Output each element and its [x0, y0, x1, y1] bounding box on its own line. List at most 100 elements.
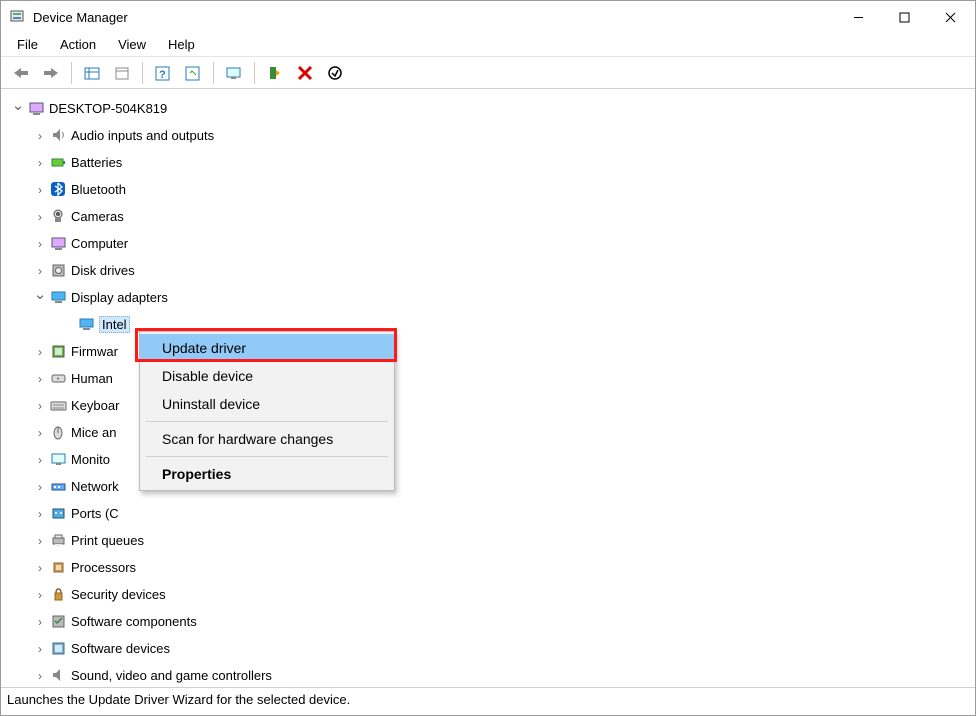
menu-file[interactable]: File — [7, 35, 48, 54]
show-hidden-button[interactable] — [78, 60, 106, 86]
tree-node[interactable]: ›Audio inputs and outputs — [5, 122, 971, 149]
disk-icon — [49, 262, 67, 280]
swdev-icon — [49, 640, 67, 658]
tree-node-label: Bluetooth — [71, 182, 126, 197]
tree-node-label: Monito — [71, 452, 110, 467]
chevron-right-icon[interactable]: › — [33, 615, 47, 629]
chevron-right-icon[interactable]: › — [33, 588, 47, 602]
monitor-button[interactable] — [220, 60, 248, 86]
window-title: Device Manager — [33, 10, 835, 25]
tree-node[interactable]: › Computer — [5, 230, 971, 257]
uninstall-button[interactable] — [291, 60, 319, 86]
chevron-right-icon[interactable]: › — [33, 237, 47, 251]
action-button[interactable] — [108, 60, 136, 86]
chevron-right-icon[interactable]: › — [33, 183, 47, 197]
tree-node-label: Computer — [71, 236, 128, 251]
tree-node[interactable]: ›Software components — [5, 608, 971, 635]
chevron-right-icon[interactable]: › — [33, 561, 47, 575]
disable-button[interactable] — [321, 60, 349, 86]
chevron-right-icon[interactable]: › — [33, 453, 47, 467]
titlebar: Device Manager — [1, 1, 975, 33]
chevron-down-icon[interactable]: ⌄ — [33, 285, 47, 303]
chevron-right-icon[interactable]: › — [33, 129, 47, 143]
battery-icon — [49, 154, 67, 172]
chevron-right-icon[interactable]: › — [33, 669, 47, 683]
menubar: File Action View Help — [1, 33, 975, 57]
tree-node-label: Security devices — [71, 587, 166, 602]
audio-icon — [49, 127, 67, 145]
menu-view[interactable]: View — [108, 35, 156, 54]
tree-node[interactable]: ›Software devices — [5, 635, 971, 662]
tree-node[interactable]: › Print queues — [5, 527, 971, 554]
tree-node-label: Print queues — [71, 533, 144, 548]
security-icon — [49, 586, 67, 604]
menu-action[interactable]: Action — [50, 35, 106, 54]
network-icon — [49, 478, 67, 496]
toolbar-separator — [71, 62, 72, 84]
chevron-down-icon[interactable]: ⌄ — [11, 96, 25, 114]
firmware-icon — [49, 343, 67, 361]
chevron-right-icon[interactable]: › — [33, 372, 47, 386]
context-menu-item[interactable]: Uninstall device — [140, 390, 394, 418]
swcomp-icon — [49, 613, 67, 631]
back-button[interactable] — [7, 60, 35, 86]
tree-node[interactable]: ⌄ Display adapters — [5, 284, 971, 311]
chevron-right-icon[interactable]: › — [33, 534, 47, 548]
bluetooth-icon — [49, 181, 67, 199]
chevron-right-icon[interactable]: › — [33, 426, 47, 440]
chevron-right-icon[interactable]: › — [33, 345, 47, 359]
tree-node[interactable]: ›Ports (C — [5, 500, 971, 527]
forward-button[interactable] — [37, 60, 65, 86]
tree-node-label: Batteries — [71, 155, 122, 170]
tree-node[interactable]: ›Disk drives — [5, 257, 971, 284]
context-menu-separator — [146, 456, 388, 457]
tree-node-label: Network — [71, 479, 119, 494]
tree-node[interactable]: ›Sound, video and game controllers — [5, 662, 971, 687]
display-icon — [49, 289, 67, 307]
device-tree[interactable]: ⌄ DESKTOP-504K819 ›Audio inputs and output… — [1, 89, 975, 687]
tree-node[interactable]: ›Cameras — [5, 203, 971, 230]
tree-node-label: DESKTOP-504K819 — [49, 101, 167, 116]
tree-node-label: Human — [71, 371, 113, 386]
chevron-right-icon[interactable]: › — [33, 480, 47, 494]
context-menu-item[interactable]: Disable device — [140, 362, 394, 390]
cpu-icon — [49, 559, 67, 577]
context-menu-item[interactable]: Properties — [140, 460, 394, 488]
chevron-right-icon[interactable]: › — [33, 399, 47, 413]
tree-node-label: Display adapters — [71, 290, 168, 305]
menu-help[interactable]: Help — [158, 35, 205, 54]
maximize-button[interactable] — [881, 2, 927, 32]
chevron-right-icon[interactable]: › — [33, 156, 47, 170]
context-menu-item[interactable]: Scan for hardware changes — [140, 425, 394, 453]
sound-icon — [49, 667, 67, 685]
context-menu: Update driverDisable deviceUninstall dev… — [139, 331, 395, 491]
tree-node-label: Mice an — [71, 425, 117, 440]
tree-node[interactable]: ⌄ DESKTOP-504K819 — [5, 95, 971, 122]
tree-node[interactable]: › Bluetooth — [5, 176, 971, 203]
update-driver-button[interactable] — [261, 60, 289, 86]
keyboard-icon — [49, 397, 67, 415]
close-button[interactable] — [927, 2, 973, 32]
camera-icon — [49, 208, 67, 226]
chevron-right-icon[interactable]: › — [33, 642, 47, 656]
scan-button[interactable] — [179, 60, 207, 86]
status-text: Launches the Update Driver Wizard for th… — [7, 692, 350, 707]
hid-icon — [49, 370, 67, 388]
toolbar-separator — [142, 62, 143, 84]
chevron-right-icon[interactable]: › — [33, 507, 47, 521]
statusbar: Launches the Update Driver Wizard for th… — [1, 687, 975, 711]
chevron-right-icon[interactable]: › — [33, 210, 47, 224]
tree-node[interactable]: ›Processors — [5, 554, 971, 581]
tree-node[interactable]: › Security devices — [5, 581, 971, 608]
window-controls — [835, 2, 973, 32]
computer-icon — [49, 235, 67, 253]
context-menu-separator — [146, 421, 388, 422]
printer-icon — [49, 532, 67, 550]
ports-icon — [49, 505, 67, 523]
display-icon — [77, 316, 95, 334]
minimize-button[interactable] — [835, 2, 881, 32]
chevron-right-icon[interactable]: › — [33, 264, 47, 278]
tree-node[interactable]: › Batteries — [5, 149, 971, 176]
help-button[interactable]: ? — [149, 60, 177, 86]
context-menu-item[interactable]: Update driver — [140, 334, 394, 362]
